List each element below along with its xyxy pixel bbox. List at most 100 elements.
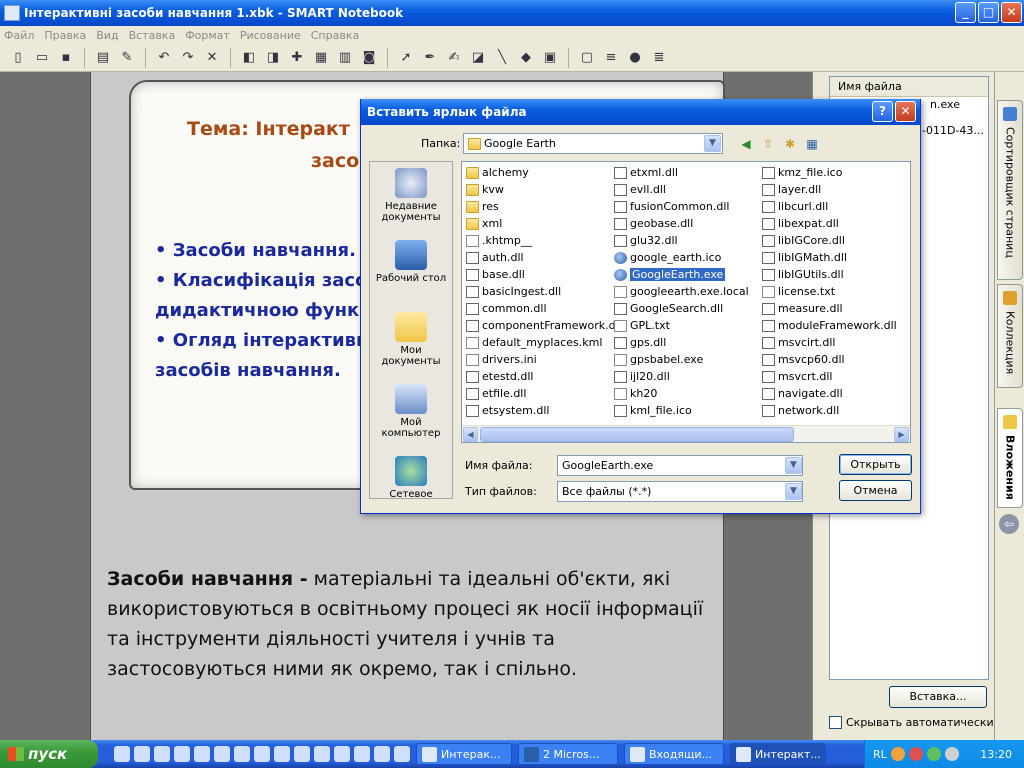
menu-view[interactable]: Вид — [96, 29, 118, 42]
scroll-right-icon[interactable]: ▶ — [894, 427, 909, 442]
scroll-left-icon[interactable]: ◀ — [463, 427, 478, 442]
file-item[interactable]: ijl20.dll — [614, 368, 762, 385]
file-item[interactable]: .khtmp__ — [466, 232, 614, 249]
file-item[interactable]: network.dll — [762, 402, 910, 419]
back-icon[interactable]: ◀ — [737, 135, 755, 153]
move-toolbar-icon[interactable]: ≡ — [601, 48, 621, 68]
quick-launch-icon[interactable] — [374, 746, 390, 762]
file-item[interactable]: GoogleSearch.dll — [614, 300, 762, 317]
file-item[interactable]: res — [466, 198, 614, 215]
file-item[interactable]: auth.dll — [466, 249, 614, 266]
chevron-down-icon[interactable]: ▼ — [704, 135, 721, 152]
add-page-icon[interactable]: ✚ — [287, 48, 307, 68]
place-my-computer[interactable]: Мой компьютер — [370, 378, 452, 450]
file-item[interactable]: evll.dll — [614, 181, 762, 198]
dialog-close-button[interactable]: ✕ — [895, 101, 916, 122]
file-item[interactable]: kvw — [466, 181, 614, 198]
sphere-icon[interactable]: ● — [625, 48, 645, 68]
file-item[interactable]: msvcirt.dll — [762, 334, 910, 351]
tab-attachments[interactable]: Вложения — [997, 408, 1023, 508]
taskbar-button-explorer[interactable]: Интерак... — [416, 743, 512, 765]
file-item[interactable]: basicIngest.dll — [466, 283, 614, 300]
file-item[interactable]: license.txt — [762, 283, 910, 300]
chevron-down-icon[interactable]: ▼ — [785, 457, 802, 474]
file-item[interactable]: GPL.txt — [614, 317, 762, 334]
place-recent-documents[interactable]: Недавние документы — [370, 162, 452, 234]
quick-launch-icon[interactable] — [174, 746, 190, 762]
menu-edit[interactable]: Правка — [44, 29, 86, 42]
open-button[interactable]: Открыть — [839, 454, 912, 475]
table-icon[interactable]: ▥ — [335, 48, 355, 68]
menu-insert[interactable]: Вставка — [129, 29, 176, 42]
file-item[interactable]: gps.dll — [614, 334, 762, 351]
file-item[interactable]: fusionCommon.dll — [614, 198, 762, 215]
dialog-help-button[interactable]: ? — [872, 101, 893, 122]
delete-icon[interactable]: ✕ — [202, 48, 222, 68]
file-item[interactable]: default_myplaces.kml — [466, 334, 614, 351]
taskbar-button-word[interactable]: 2 Micros... — [518, 743, 618, 765]
creative-pen-icon[interactable]: ✍ — [444, 48, 464, 68]
file-item[interactable]: google_earth.ico — [614, 249, 762, 266]
file-item[interactable]: libIGCore.dll — [762, 232, 910, 249]
file-item[interactable]: etestd.dll — [466, 368, 614, 385]
redo-icon[interactable]: ↷ — [178, 48, 198, 68]
file-item[interactable]: libIGUtils.dll — [762, 266, 910, 283]
taskbar-button-mail[interactable]: Входящи... — [624, 743, 724, 765]
file-item[interactable]: GoogleEarth.exe — [614, 266, 762, 283]
file-item[interactable]: etfile.dll — [466, 385, 614, 402]
volume-icon[interactable] — [944, 747, 959, 761]
file-item[interactable]: etxml.dll — [614, 164, 762, 181]
place-my-documents[interactable]: Мои документы — [370, 306, 452, 378]
attachments-column-header[interactable]: Имя файла — [830, 77, 988, 97]
language-indicator[interactable]: RL — [873, 748, 887, 761]
filename-input[interactable]: GoogleEarth.exe — [557, 455, 803, 476]
tray-icon[interactable] — [926, 747, 941, 761]
taskbar-button-smart-notebook[interactable]: Интеракт... — [730, 743, 826, 765]
undo-icon[interactable]: ↶ — [154, 48, 174, 68]
quick-launch-icon[interactable] — [314, 746, 330, 762]
file-item[interactable]: libexpat.dll — [762, 215, 910, 232]
minimize-button[interactable]: _ — [955, 2, 976, 23]
line-icon[interactable]: ╲ — [492, 48, 512, 68]
close-button[interactable]: ✕ — [1001, 2, 1022, 23]
file-item[interactable]: msvcp60.dll — [762, 351, 910, 368]
file-item[interactable]: kh20 — [614, 385, 762, 402]
file-item[interactable]: layer.dll — [762, 181, 910, 198]
quick-launch-icon[interactable] — [134, 746, 150, 762]
camera-icon[interactable]: ◙ — [359, 48, 379, 68]
insert-attachment-button[interactable]: Вставка... — [889, 686, 987, 708]
fill-icon[interactable]: ▣ — [540, 48, 560, 68]
file-item[interactable]: geobase.dll — [614, 215, 762, 232]
file-item[interactable]: kmz_file.ico — [762, 164, 910, 181]
file-item[interactable]: common.dll — [466, 300, 614, 317]
new-page-icon[interactable]: ▯ — [8, 48, 28, 68]
shapes-icon[interactable]: ◆ — [516, 48, 536, 68]
start-button[interactable]: пуск — [0, 740, 98, 768]
view-menu-icon[interactable]: ▦ — [803, 135, 821, 153]
quick-launch-icon[interactable] — [294, 746, 310, 762]
file-item[interactable]: navigate.dll — [762, 385, 910, 402]
next-page-icon[interactable]: ◨ — [263, 48, 283, 68]
filetype-select[interactable]: Все файлы (*.*) — [557, 481, 803, 502]
autohide-option[interactable]: Скрывать автоматически — [829, 716, 994, 729]
new-folder-icon[interactable]: ✱ — [781, 135, 799, 153]
dialog-titlebar[interactable]: Вставить ярлык файла ? ✕ — [361, 99, 920, 125]
quick-launch-icon[interactable] — [194, 746, 210, 762]
quick-launch-icon[interactable] — [214, 746, 230, 762]
file-item[interactable]: componentFramework.dll — [466, 317, 622, 334]
menu-help[interactable]: Справка — [311, 29, 359, 42]
maximize-button[interactable]: □ — [978, 2, 999, 23]
tray-icon[interactable] — [908, 747, 923, 761]
file-item[interactable]: msvcrt.dll — [762, 368, 910, 385]
window-titlebar[interactable]: Інтерактивні засоби навчання 1.xbk - SMA… — [0, 0, 1024, 26]
paste-icon[interactable]: ▤ — [93, 48, 113, 68]
quick-launch-icon[interactable] — [154, 746, 170, 762]
file-item[interactable]: gpsbabel.exe — [614, 351, 762, 368]
horizontal-scrollbar[interactable]: ◀ ▶ — [462, 425, 910, 442]
quick-launch-icon[interactable] — [334, 746, 350, 762]
quick-launch-icon[interactable] — [354, 746, 370, 762]
file-list[interactable]: alchemy kvw res xml .khtmp__ auth.dll base.dll… — [461, 161, 911, 443]
quick-launch-icon[interactable] — [274, 746, 290, 762]
quick-launch-icon[interactable] — [114, 746, 130, 762]
up-folder-icon[interactable]: ⇧ — [759, 135, 777, 153]
